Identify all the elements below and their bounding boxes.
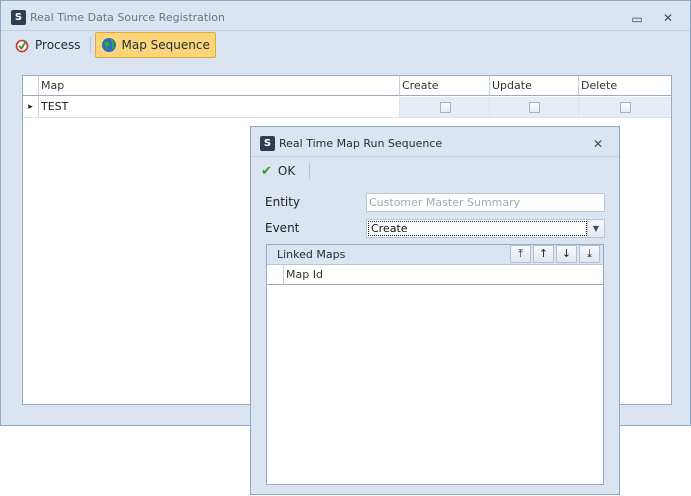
ok-button[interactable]: ✔ OK xyxy=(261,160,295,182)
grid-cell-create[interactable] xyxy=(400,97,490,118)
grid-cell-map[interactable]: TEST xyxy=(39,97,400,118)
column-header-delete[interactable]: Delete xyxy=(579,76,671,96)
move-top-icon[interactable]: ⤒ xyxy=(510,245,531,263)
grid-cell-delete[interactable] xyxy=(579,97,671,118)
row-indicator-icon[interactable]: ▸ xyxy=(23,97,39,118)
entity-label: Entity xyxy=(265,195,301,209)
toolbar: Process Map Sequence xyxy=(9,32,216,58)
column-header-map[interactable]: Map xyxy=(39,76,400,96)
event-dropdown-value: Create xyxy=(368,221,587,236)
close-icon[interactable]: ✕ xyxy=(660,11,676,25)
chevron-down-icon[interactable]: ▼ xyxy=(587,220,604,237)
dialog-titlebar[interactable]: S Real Time Map Run Sequence ✕ xyxy=(251,127,619,157)
grid-corner-header xyxy=(23,76,39,96)
toolbar-separator xyxy=(89,36,91,54)
event-dropdown[interactable]: Create ▼ xyxy=(366,219,605,238)
linked-maps-header: Linked Maps ⤒ ↑ ↓ ⤓ xyxy=(267,245,603,265)
linked-maps-panel: Linked Maps ⤒ ↑ ↓ ⤓ Map Id xyxy=(266,244,604,485)
move-bottom-icon[interactable]: ⤓ xyxy=(579,245,600,263)
window-title: Real Time Data Source Registration xyxy=(30,11,225,24)
app-logo-icon: S xyxy=(11,10,26,25)
dialog-toolbar-divider xyxy=(251,156,619,157)
column-header-update[interactable]: Update xyxy=(490,76,579,96)
main-titlebar[interactable]: S Real Time Data Source Registration ▭ ✕ xyxy=(1,1,690,31)
dialog-title: Real Time Map Run Sequence xyxy=(279,137,443,150)
process-button[interactable]: Process xyxy=(9,33,86,57)
globe-icon xyxy=(101,38,116,52)
linked-maps-corner-header xyxy=(267,265,284,285)
checkmark-icon: ✔ xyxy=(261,163,272,179)
map-sequence-button[interactable]: Map Sequence xyxy=(94,32,216,58)
move-down-icon[interactable]: ↓ xyxy=(556,245,577,263)
dialog-toolbar-separator xyxy=(309,163,310,179)
dialog-close-icon[interactable]: ✕ xyxy=(590,137,606,151)
map-sequence-label: Map Sequence xyxy=(121,38,210,52)
dialog-logo-icon: S xyxy=(260,136,275,151)
minimize-icon[interactable]: ▭ xyxy=(629,12,645,26)
create-checkbox[interactable] xyxy=(440,102,451,113)
event-label: Event xyxy=(265,221,300,235)
grid-cell-update[interactable] xyxy=(490,97,579,118)
linked-maps-title: Linked Maps xyxy=(277,248,346,261)
toolbar-divider xyxy=(1,30,690,31)
ok-label: OK xyxy=(277,164,296,178)
process-label: Process xyxy=(35,38,81,52)
move-up-icon[interactable]: ↑ xyxy=(533,245,554,263)
column-header-map-id[interactable]: Map Id xyxy=(284,265,603,285)
update-checkbox[interactable] xyxy=(529,102,540,113)
map-run-sequence-dialog: S Real Time Map Run Sequence ✕ ✔ OK Enti… xyxy=(250,126,620,495)
delete-checkbox[interactable] xyxy=(620,102,631,113)
process-icon xyxy=(15,39,29,53)
entity-field[interactable]: Customer Master Summary xyxy=(366,193,605,212)
column-header-create[interactable]: Create xyxy=(400,76,490,96)
